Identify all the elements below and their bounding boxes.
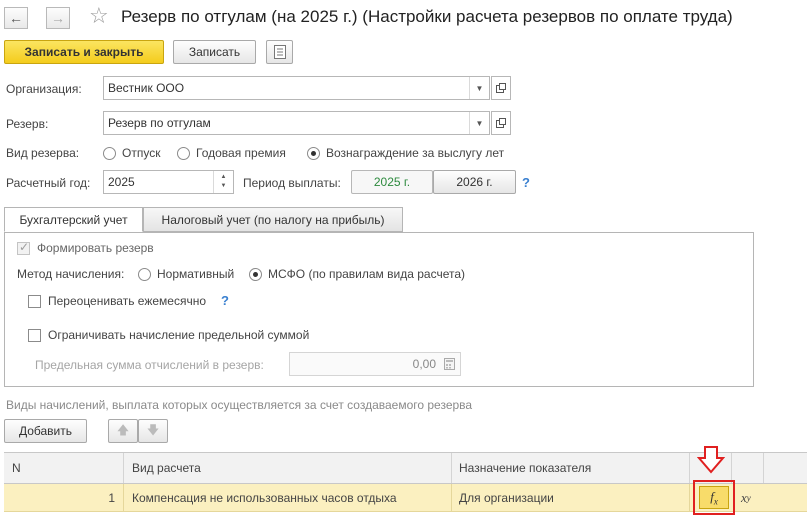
year-value: 2025 xyxy=(108,175,135,189)
document-list-icon xyxy=(273,45,286,59)
column-calc-type[interactable]: Вид расчета xyxy=(132,453,201,483)
limit-sum-field[interactable]: 0,00 xyxy=(289,352,461,376)
organization-label: Организация: xyxy=(6,82,82,96)
table-row[interactable]: 1 Компенсация не использованных часов от… xyxy=(4,484,807,512)
reserve-field[interactable]: Резерв по отгулам ▼ xyxy=(103,111,490,135)
reserve-type-seniority-radio[interactable] xyxy=(307,147,320,160)
method-normative-label: Нормативный xyxy=(157,267,235,281)
year-label: Расчетный год: xyxy=(6,176,91,190)
save-and-close-button[interactable]: Записать и закрыть xyxy=(4,40,164,64)
payment-period-label: Период выплаты: xyxy=(243,176,341,190)
arrow-down-icon[interactable]: ▼ xyxy=(221,182,227,191)
reserve-type-vacation-label: Отпуск xyxy=(122,146,161,160)
arrow-down-icon: 🡇 xyxy=(146,422,160,437)
revalue-label: Переоценивать ежемесячно xyxy=(48,294,207,308)
back-button[interactable]: ← xyxy=(4,7,28,29)
reserve-label: Резерв: xyxy=(6,117,49,131)
reserve-type-bonus-label: Годовая премия xyxy=(196,146,286,160)
organization-field[interactable]: Вестник ООО ▼ xyxy=(103,76,490,100)
tab-accounting[interactable]: Бухгалтерский учет xyxy=(4,207,143,232)
reserve-value: Резерв по отгулам xyxy=(108,116,211,130)
method-ifrs-label: МСФО (по правилам вида расчета) xyxy=(268,267,465,281)
column-purpose[interactable]: Назначение показателя xyxy=(459,453,591,483)
arrow-up-icon: 🡅 xyxy=(116,422,130,437)
table-header: N Вид расчета Назначение показателя xyxy=(4,452,807,484)
form-reserve-checkbox[interactable] xyxy=(17,240,30,255)
organization-value: Вестник ООО xyxy=(108,81,185,95)
arrow-right-icon: → xyxy=(51,10,65,26)
limit-sum-value: 0,00 xyxy=(412,357,436,371)
help-icon[interactable]: ? xyxy=(522,175,530,190)
fx-icon: fx xyxy=(710,488,718,507)
column-n[interactable]: N xyxy=(12,453,21,483)
add-button[interactable]: Добавить xyxy=(4,419,87,443)
reserve-type-bonus-radio[interactable] xyxy=(177,147,190,160)
method-label: Метод начисления: xyxy=(17,267,125,281)
reserve-open-button[interactable] xyxy=(491,111,511,135)
organization-open-button[interactable] xyxy=(491,76,511,100)
chevron-down-icon[interactable]: ▼ xyxy=(469,112,489,134)
limit-checkbox[interactable] xyxy=(28,329,41,342)
move-down-button[interactable]: 🡇 xyxy=(138,419,168,443)
limit-label: Ограничивать начисление предельной суммо… xyxy=(48,328,310,342)
help-icon[interactable]: ? xyxy=(221,293,229,308)
form-reserve-label: Формировать резерв xyxy=(37,241,154,255)
calculator-icon[interactable] xyxy=(444,358,455,373)
forward-button[interactable]: → xyxy=(46,7,70,29)
open-link-icon xyxy=(496,83,506,93)
arrow-up-icon[interactable]: ▲ xyxy=(221,173,227,182)
formula-fx-button[interactable]: fx xyxy=(699,486,729,509)
accruals-caption: Виды начислений, выплата которых осущест… xyxy=(6,398,473,412)
payment-period-2026-button[interactable]: 2026 г. xyxy=(433,170,516,194)
move-up-button[interactable]: 🡅 xyxy=(108,419,138,443)
reserve-type-seniority-label: Вознаграждение за выслугу лет xyxy=(326,146,505,160)
method-ifrs-radio[interactable] xyxy=(249,268,262,281)
favorite-star-icon[interactable]: ☆ xyxy=(89,4,109,28)
chevron-down-icon[interactable]: ▼ xyxy=(469,77,489,99)
arrow-left-icon: ← xyxy=(9,10,23,26)
year-stepper[interactable]: ▲ ▼ xyxy=(213,171,233,193)
row-calc-type: Компенсация не использованных часов отды… xyxy=(132,490,397,505)
reserve-type-label: Вид резерва: xyxy=(6,146,80,160)
payment-period-2025-button[interactable]: 2025 г. xyxy=(351,170,433,194)
xy-icon[interactable]: xy xyxy=(741,484,751,511)
revalue-checkbox[interactable] xyxy=(28,295,41,308)
report-button[interactable] xyxy=(266,40,293,64)
tab-tax[interactable]: Налоговый учет (по налогу на прибыль) xyxy=(143,207,403,232)
page-title: Резерв по отгулам (на 2025 г.) (Настройк… xyxy=(121,7,733,26)
method-normative-radio[interactable] xyxy=(138,268,151,281)
open-link-icon xyxy=(496,118,506,128)
save-button[interactable]: Записать xyxy=(173,40,256,64)
arrow-down-icon xyxy=(697,446,725,474)
row-n: 1 xyxy=(108,490,115,505)
reserve-type-vacation-radio[interactable] xyxy=(103,147,116,160)
limit-sum-label: Предельная сумма отчислений в резерв: xyxy=(35,358,264,372)
row-purpose: Для организации xyxy=(459,490,554,505)
year-field[interactable]: 2025 ▲ ▼ xyxy=(103,170,234,194)
